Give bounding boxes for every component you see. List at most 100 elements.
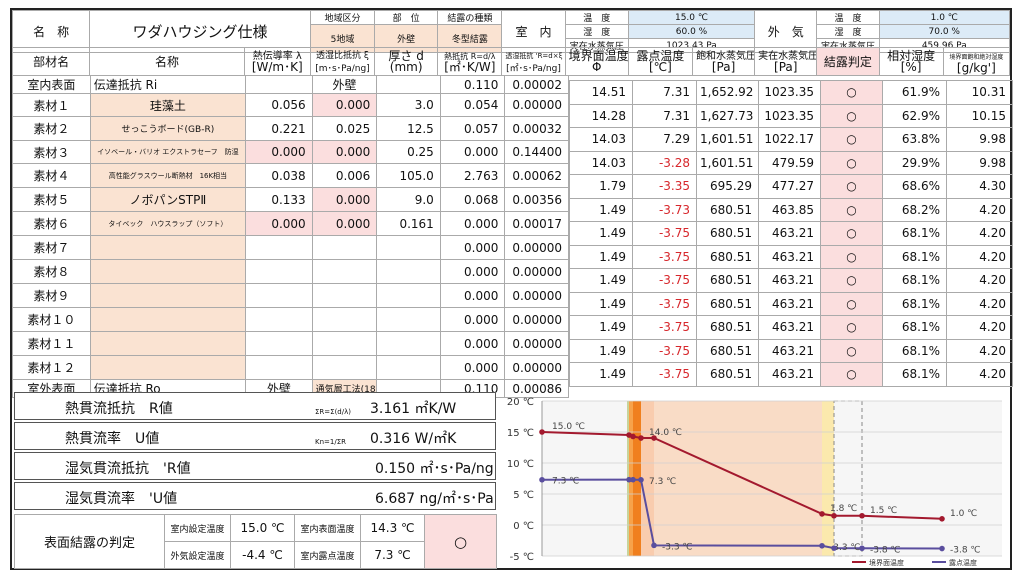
boundary-judgement: ○ [820,362,883,387]
material-r: 0.000 [439,259,506,284]
material-rv: 0.00062 [504,163,569,188]
judgement-title: 表面結露の判定 [14,514,165,569]
calculation-sheet: 名 称 ワダハウジング仕様 地域区分 部 位 結露の種類 室 内 温 度 15.… [10,8,1013,570]
y-tick-label: 10 ℃ [507,459,534,470]
data-point [819,542,825,549]
material-r: 0.000 [439,355,506,380]
dew-value: 7.3 ℃ [360,541,425,569]
boundary-actual-pressure: 1023.35 [758,80,821,105]
boundary-rh: 62.9% [882,103,947,128]
layer-band [654,401,822,556]
material-perm: 0.000 [311,187,378,212]
material-rv: 0.00000 [504,331,569,356]
material-part: 素材２ [12,116,91,141]
boundary-row: 1.49 -3.75 680.51 463.21 ○ 68.1% 4.20 [569,338,1013,363]
data-point [638,477,644,483]
boundary-rh: 61.9% [882,80,947,105]
boundary-abs-humidity: 9.98 [946,127,1013,152]
boundary-dew-point: -3.75 [632,268,697,293]
boundary-judgement: ○ [820,103,883,128]
material-name [89,355,247,380]
material-perm: 0.025 [311,116,378,141]
material-r: 0.000 [439,283,506,308]
cond-label: 結露の種類 [437,10,503,25]
in-set-label: 室内設定温度 [164,514,231,542]
boundary-actual-pressure: 1022.17 [758,127,821,152]
material-perm [311,331,378,356]
data-point [651,542,657,549]
material-r: 0.054 [439,93,506,117]
boundary-sat-pressure: 1,601.51 [696,127,759,152]
dew-label: 室内露点温度 [294,541,361,569]
data-label: 1.0 ℃ [950,509,977,519]
material-part: 素材１２ [12,355,91,380]
material-rv: 0.14400 [504,140,569,164]
outdoor-temp-label: 温 度 [816,10,880,25]
metric-u-value: 0.316 W/㎡K [370,431,457,447]
boundary-judgement: ○ [820,268,883,293]
boundary-rh: 63.8% [882,127,947,152]
data-point [539,476,545,483]
col-rv-unit: [㎡･s･Pa/ng] [506,63,561,74]
material-name [89,235,247,260]
material-thick [376,355,441,380]
data-point [651,435,657,441]
material-part: 素材９ [12,283,91,308]
metric-rv-label: 湿気貫流抵抗 'R値 [65,461,191,477]
material-thick [376,235,441,260]
material-rv: 0.00000 [504,355,569,380]
material-lambda: 0.221 [245,116,313,141]
material-lambda [245,331,313,356]
data-point [939,516,945,522]
material-perm: 0.000 [311,93,378,117]
y-tick-label: 15 ℃ [507,428,534,439]
material-row: 素材８ 0.000 0.00000 [12,259,569,284]
material-name: 珪藻土 [89,93,247,117]
material-thick [376,75,441,94]
boundary-dew-point: -3.75 [632,338,697,363]
col-surf-unit: Φ [591,59,602,74]
material-lambda [245,307,313,332]
material-perm [311,259,378,284]
col-psat-unit: [Pa] [711,60,736,74]
col-part: 部材名 [11,47,91,76]
material-name: イソベール・バリオ エクストラセーフ 防湿 [89,140,247,164]
boundary-surface-temp: 14.03 [569,127,633,152]
judgement-table: 表面結露の判定 室内設定温度 15.0 ℃ 室内表面温度 14.3 ℃ ○ 外気… [14,514,497,569]
boundary-row: 1.49 -3.75 680.51 463.21 ○ 68.1% 4.20 [569,315,1013,340]
boundary-judgement: ○ [820,244,883,269]
boundary-rh: 68.1% [882,338,947,363]
material-r: 0.000 [439,140,506,164]
data-point [859,545,865,552]
material-thick: 3.0 [376,93,441,117]
boundary-actual-pressure: 1023.35 [758,103,821,128]
boundary-actual-pressure: 463.85 [758,197,821,222]
boundary-rh: 68.1% [882,268,947,293]
boundary-actual-pressure: 463.21 [758,244,821,269]
material-name: タイベック ハウスラップ（ソフト） [89,211,247,236]
boundary-surface-temp: 1.49 [569,221,633,246]
material-thick: 9.0 [376,187,441,212]
material-part: 素材１０ [12,307,91,332]
chart-svg: 20 ℃15 ℃10 ℃5 ℃0 ℃-5 ℃15.0 ℃14.0 ℃1.8 ℃ 1… [507,397,1002,567]
surf-value: 14.3 ℃ [360,514,425,542]
metric-uv-label: 湿気貫流率 'U値 [65,491,178,507]
material-rv: 0.00000 [504,259,569,284]
boundary-abs-humidity: 4.20 [946,362,1013,387]
boundary-rh: 68.1% [882,315,947,340]
boundary-abs-humidity: 4.20 [946,221,1013,246]
boundary-row: 1.79 -3.35 695.29 477.27 ○ 68.6% 4.30 [569,174,1013,199]
material-r: 0.000 [439,307,506,332]
material-name: せっこうボード(GB-R) [89,116,247,141]
material-perm [311,355,378,380]
boundary-sat-pressure: 680.51 [696,197,759,222]
material-name: 伝達抵抗 Ri [89,75,247,94]
material-rv: 0.00032 [504,116,569,141]
boundary-abs-humidity: 10.15 [946,103,1013,128]
boundary-rh: 68.1% [882,362,947,387]
material-perm: 0.000 [311,140,378,164]
metric-rv-value: 0.150 ㎡･s･Pa/ng [375,461,494,477]
col-r-unit: [㎡･K/W] [444,60,496,74]
boundary-dew-point: -3.75 [632,291,697,316]
boundary-dew-point: -3.28 [632,150,697,175]
